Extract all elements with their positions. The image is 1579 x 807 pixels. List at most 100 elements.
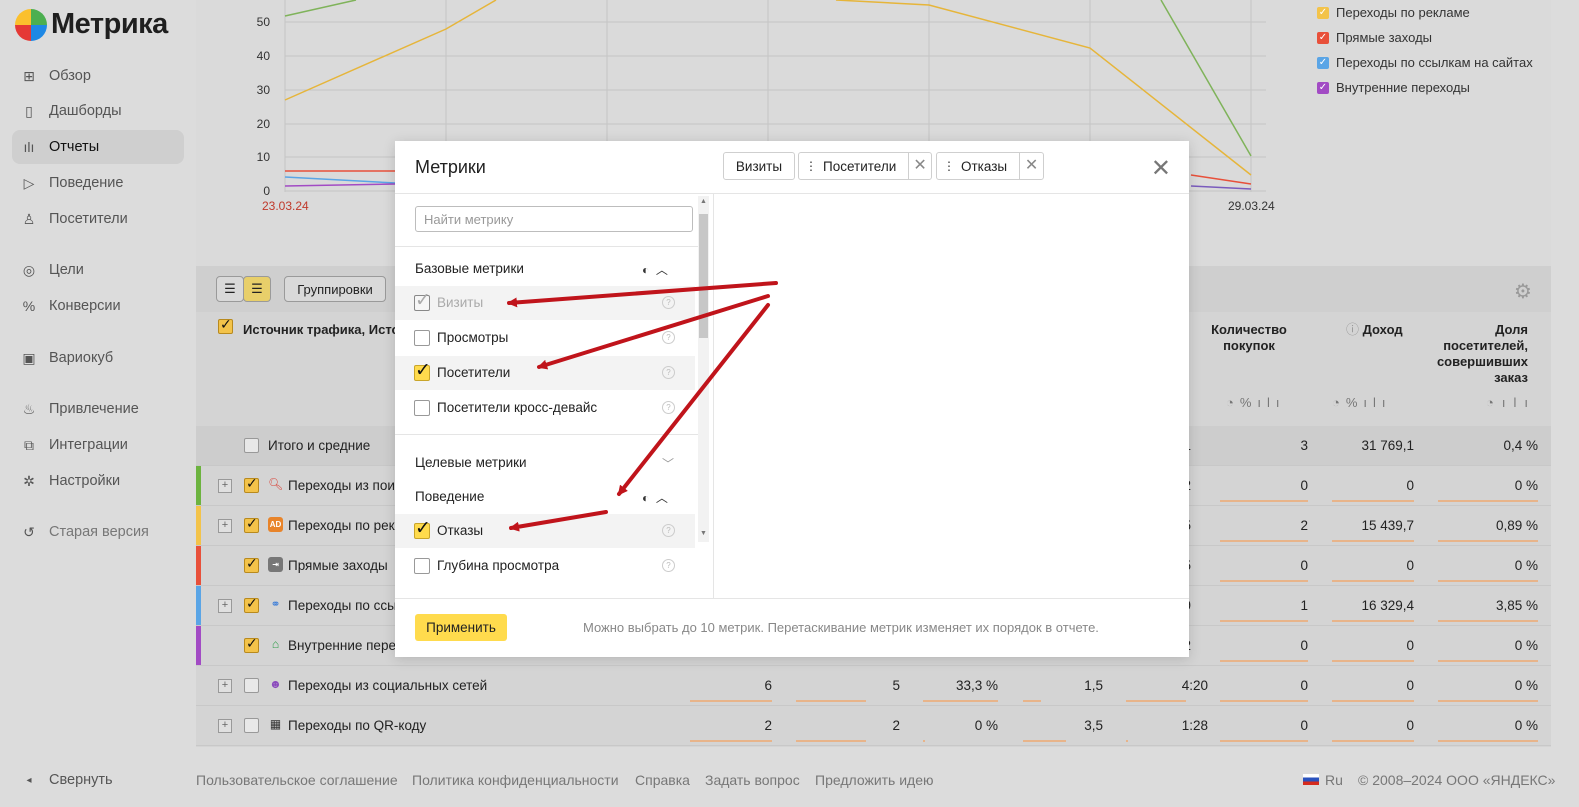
footer-link-privacy[interactable]: Политика конфиденциальности (412, 772, 619, 788)
metric-item-visits[interactable]: Визиты ? (395, 286, 695, 320)
share-view-icons[interactable]: ◔ılı (1486, 395, 1536, 410)
row-checkbox[interactable] (244, 635, 259, 653)
source-label[interactable]: Переходы из социальных сетей (288, 678, 487, 693)
row-checkbox[interactable] (244, 438, 259, 453)
group-toggle-icons[interactable]: ◐ ︿ (642, 489, 668, 506)
selected-chip-visitors[interactable]: ⋮ Посетители ✕ (798, 152, 932, 180)
source-label[interactable]: Переходы по рекл (288, 518, 403, 533)
group-header-target[interactable]: Целевые метрики (415, 455, 527, 470)
drag-handle-icon[interactable]: ⋮ (805, 159, 817, 173)
language-switch[interactable]: Ru (1325, 772, 1343, 788)
source-label[interactable]: Переходы из поис (288, 478, 402, 493)
group-header-behavior[interactable]: Поведение (415, 489, 484, 504)
expand-row-icon[interactable]: + (218, 479, 232, 493)
purchases-view-icons[interactable]: ◔%ılı (1226, 395, 1286, 410)
enter-icon: ⇥ (268, 557, 283, 572)
scroll-up-icon[interactable]: ▲ (700, 198, 707, 205)
metric-item-bounces[interactable]: Отказы ? (395, 514, 695, 548)
legend-item-internal[interactable]: ✓ Внутренние переходы (1317, 75, 1533, 100)
sidebar-item-reports[interactable]: ılı Отчеты (12, 130, 184, 164)
sidebar-item-conversions[interactable]: % Конверсии (12, 289, 184, 323)
close-icon[interactable]: ✕ (1151, 157, 1171, 181)
groupings-button[interactable]: Группировки (284, 276, 386, 302)
selected-chip-visits[interactable]: Визиты (723, 152, 795, 180)
help-icon[interactable]: ? (662, 524, 675, 537)
footer-link-ask[interactable]: Задать вопрос (705, 772, 800, 788)
row-checkbox[interactable] (244, 555, 259, 573)
metric-checkbox[interactable] (414, 359, 431, 382)
metric-checkbox[interactable] (414, 330, 430, 346)
metric-item-cross-device[interactable]: Посетители кросс-девайс ? (395, 391, 695, 425)
expand-row-icon[interactable]: + (218, 519, 232, 533)
expand-row-icon[interactable]: + (218, 679, 232, 693)
sidebar-item-overview[interactable]: ⊞ Обзор (12, 59, 184, 93)
sidebar-item-visitors[interactable]: ♙ Посетители (12, 202, 184, 236)
tree-view-button[interactable]: ☰ (243, 276, 271, 302)
table-row[interactable]: + ☻ Переходы из социальных сетей 6 5 33,3 % 1,… (196, 666, 1551, 706)
group-toggle-icons[interactable]: ◐ ︿ (642, 261, 668, 278)
sidebar-item-old-version[interactable]: ↺ Старая версия (12, 515, 184, 549)
source-label[interactable]: Переходы по ссыл (288, 598, 405, 613)
metric-checkbox[interactable] (414, 400, 430, 416)
sidebar-item-variocube[interactable]: ▣ Вариокуб (12, 341, 184, 375)
metric-checkbox[interactable] (414, 558, 430, 574)
help-icon[interactable]: ? (662, 559, 675, 572)
select-all-checkbox[interactable] (218, 316, 233, 334)
gear-icon[interactable]: ⚙ (1514, 279, 1532, 304)
sidebar-item-goals[interactable]: ◎ Цели (12, 253, 184, 287)
scrollbar-thumb[interactable] (699, 214, 708, 338)
source-label[interactable]: Внутренние перех (288, 638, 402, 653)
group-header-base[interactable]: Базовые метрики (415, 261, 524, 276)
metric-checkbox[interactable] (414, 289, 431, 312)
sidebar-item-behavior[interactable]: ▷ Поведение (12, 166, 184, 200)
metric-checkbox[interactable] (414, 517, 431, 540)
row-checkbox[interactable] (244, 475, 259, 493)
help-icon[interactable]: ? (662, 331, 675, 344)
legend-item-links[interactable]: ✓ Переходы по ссылкам на сайтах (1317, 50, 1533, 75)
value-bar (1332, 700, 1414, 702)
sidebar-item-acquisition[interactable]: ♨ Привлечение (12, 392, 184, 426)
metric-item-visitors[interactable]: Посетители ? (395, 356, 695, 390)
help-icon[interactable]: ? (662, 401, 675, 414)
scroll-down-icon[interactable]: ▼ (700, 530, 707, 537)
table-row[interactable]: + ▦ Переходы по QR-коду 2 2 0 % 3,5 1:28 0 0 0 % (196, 706, 1551, 746)
selected-chip-bounces[interactable]: ⋮ Отказы ✕ (936, 152, 1044, 180)
row-checkbox[interactable] (244, 515, 259, 533)
expand-row-icon[interactable]: + (218, 599, 232, 613)
metrics-list-panel: Базовые метрики ◐ ︿ Визиты ? Просмотры ?… (395, 194, 714, 598)
target-icon: ◎ (22, 261, 36, 278)
drag-handle-icon[interactable]: ⋮ (943, 159, 955, 173)
legend-item-direct[interactable]: ✓ Прямые заходы (1317, 25, 1533, 50)
sidebar-item-settings[interactable]: ✲ Настройки (12, 464, 184, 498)
legend-item-ads[interactable]: ✓ Переходы по рекламе (1317, 0, 1533, 25)
source-column-header[interactable]: Источник трафика, Исто (243, 322, 399, 337)
chevron-down-icon[interactable]: ﹀ (662, 455, 674, 472)
footer-link-terms[interactable]: Пользовательское соглашение (196, 772, 398, 788)
list-view-button[interactable]: ☰ (216, 276, 244, 302)
value-bar (1438, 540, 1538, 542)
apply-button[interactable]: Применить (415, 614, 507, 641)
row-checkbox[interactable] (244, 595, 259, 613)
metric-item-depth[interactable]: Глубина просмотра ? (395, 549, 695, 583)
footer-link-help[interactable]: Справка (635, 772, 690, 788)
help-icon[interactable]: ? (662, 296, 675, 309)
source-label[interactable]: Прямые заходы (288, 558, 388, 573)
col-header-revenue[interactable]: ⓘ Доход (1346, 322, 1420, 338)
revenue-view-icons[interactable]: ◔%ılı (1332, 395, 1392, 410)
expand-row-icon[interactable]: + (218, 719, 232, 733)
col-header-purchases[interactable]: Количество покупок (1201, 322, 1297, 354)
row-checkbox[interactable] (244, 678, 259, 693)
sidebar-item-dashboards[interactable]: ▯ Дашборды (12, 94, 184, 128)
logo[interactable]: Метрика (15, 8, 168, 41)
metric-search-input[interactable] (415, 206, 693, 232)
metric-item-pageviews[interactable]: Просмотры ? (395, 321, 695, 355)
sidebar-item-integrations[interactable]: ⧉ Интеграции (12, 428, 184, 462)
footer-link-idea[interactable]: Предложить идею (815, 772, 934, 788)
remove-chip-icon[interactable]: ✕ (908, 153, 931, 179)
source-label[interactable]: Переходы по QR-коду (288, 718, 426, 733)
metrics-scrollbar[interactable]: ▲ ▼ (698, 196, 709, 542)
row-checkbox[interactable] (244, 718, 259, 733)
help-icon[interactable]: ? (662, 366, 675, 379)
col-header-share[interactable]: Доля посетителей, совершивших заказ (1428, 322, 1528, 386)
remove-chip-icon[interactable]: ✕ (1019, 153, 1043, 179)
